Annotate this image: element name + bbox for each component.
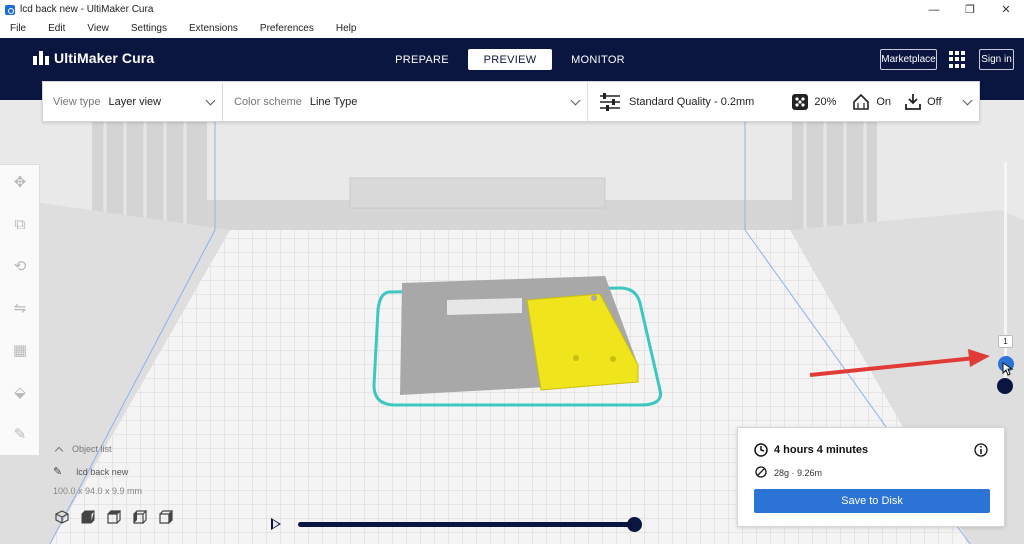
info-icon[interactable] <box>974 443 988 457</box>
infill-icon <box>792 93 809 110</box>
menu-help[interactable]: Help <box>336 23 357 34</box>
logo-text: UltiMaker Cura <box>54 50 155 66</box>
view-front-icon[interactable] <box>81 510 95 524</box>
object-name-row[interactable]: ✎ lcd back new <box>50 465 210 478</box>
chevron-down-icon <box>962 95 973 106</box>
move-tool-icon[interactable]: ✥ <box>10 173 30 193</box>
paint-tool-icon[interactable]: ✎ <box>10 425 30 445</box>
simulation-slider-handle[interactable] <box>627 517 642 532</box>
object-list-title: Object list <box>72 444 112 454</box>
chevron-up-icon <box>54 446 64 455</box>
mouse-cursor-icon <box>1002 362 1014 376</box>
chevron-down-icon <box>205 95 216 106</box>
window-title: lcd back new - UltiMaker Cura <box>20 4 154 15</box>
settings-sliders-icon <box>600 92 620 111</box>
tab-monitor[interactable]: MONITOR <box>556 49 640 70</box>
save-to-disk-button[interactable]: Save to Disk <box>754 489 990 513</box>
ultimaker-logo-icon <box>33 51 49 65</box>
chevron-down-icon <box>570 95 581 106</box>
view-3d-icon[interactable] <box>55 510 69 524</box>
back-rail <box>349 177 606 209</box>
support-value: On <box>876 95 892 108</box>
simulation-slider-track[interactable] <box>298 522 634 527</box>
mirror-tool-icon[interactable]: ⇋ <box>10 299 30 319</box>
current-layer-badge[interactable]: 1 <box>998 335 1013 348</box>
layer-slider-lower-handle[interactable] <box>997 378 1013 394</box>
print-settings-dropdown[interactable]: Standard Quality - 0.2mm 20% On Off <box>589 82 979 121</box>
menu-extensions[interactable]: Extensions <box>189 23 238 34</box>
window-controls: — ❐ ✕ <box>916 0 1024 19</box>
pencil-icon: ✎ <box>53 466 63 478</box>
cura-app-icon <box>5 4 15 15</box>
tab-prepare[interactable]: PREPARE <box>380 49 464 70</box>
scale-tool-icon[interactable]: ⧉ <box>10 215 30 235</box>
menu-preferences[interactable]: Preferences <box>260 23 314 34</box>
apps-grid-icon[interactable] <box>949 51 966 68</box>
object-dimensions: 100.0 x 94.0 x 9.9 mm <box>53 486 143 496</box>
minimize-button[interactable]: — <box>916 0 952 19</box>
menu-settings[interactable]: Settings <box>131 23 167 34</box>
material-spool-icon <box>755 466 767 478</box>
clock-icon <box>754 443 768 457</box>
print-time: 4 hours 4 minutes <box>774 444 869 456</box>
infill-value: 20% <box>814 95 837 108</box>
menu-view[interactable]: View <box>87 23 109 34</box>
support-blocker-icon[interactable]: ⬙ <box>10 383 30 403</box>
object-list-panel: Object list ✎ lcd back new 100.0 x 94.0 … <box>50 444 210 524</box>
title-bar: lcd back new - UltiMaker Cura — ❐ ✕ <box>0 0 1024 19</box>
play-icon[interactable] <box>271 518 281 530</box>
view-settings-toolbar: View type Layer view Color scheme Line T… <box>42 81 980 122</box>
material-usage: 28g · 9.26m <box>774 468 823 478</box>
ultimaker-logo: UltiMaker Cura <box>33 50 154 66</box>
print-info-panel: 4 hours 4 minutes 28g · 9.26m Save to Di… <box>737 427 1005 527</box>
camera-view-buttons <box>55 510 210 524</box>
adhesion-value: Off <box>927 95 942 108</box>
per-model-settings-icon[interactable]: ▦ <box>10 341 30 361</box>
view-left-icon[interactable] <box>133 510 147 524</box>
menu-file[interactable]: File <box>10 23 26 34</box>
quality-profile: Standard Quality - 0.2mm <box>629 95 755 108</box>
menu-bar: File Edit View Settings Extensions Prefe… <box>0 19 1024 38</box>
view-top-icon[interactable] <box>107 510 121 524</box>
left-tool-panel: ✥ ⧉ ⟲ ⇋ ▦ ⬙ ✎ <box>0 164 40 456</box>
sign-in-button[interactable]: Sign in <box>979 49 1014 70</box>
view-right-icon[interactable] <box>159 510 173 524</box>
object-list-header[interactable]: Object list <box>50 444 210 455</box>
object-name: lcd back new <box>76 466 129 477</box>
stage-tabs: PREPARE PREVIEW MONITOR <box>380 49 644 70</box>
rotate-tool-icon[interactable]: ⟲ <box>10 257 30 277</box>
tab-preview[interactable]: PREVIEW <box>468 49 552 70</box>
view-type-dropdown[interactable]: View type Layer view <box>43 82 223 121</box>
maximize-button[interactable]: ❐ <box>952 0 988 19</box>
menu-edit[interactable]: Edit <box>48 23 65 34</box>
view-type-label: View type <box>53 95 101 108</box>
color-scheme-value: Line Type <box>309 95 358 108</box>
layer-slider-track[interactable] <box>1004 162 1007 384</box>
color-scheme-label: Color scheme <box>234 95 302 108</box>
color-scheme-dropdown[interactable]: Color scheme Line Type <box>224 82 588 121</box>
view-type-value: Layer view <box>108 95 162 108</box>
close-button[interactable]: ✕ <box>988 0 1024 19</box>
support-icon <box>853 93 870 110</box>
marketplace-button[interactable]: Marketplace <box>880 49 937 70</box>
adhesion-icon <box>905 93 921 110</box>
